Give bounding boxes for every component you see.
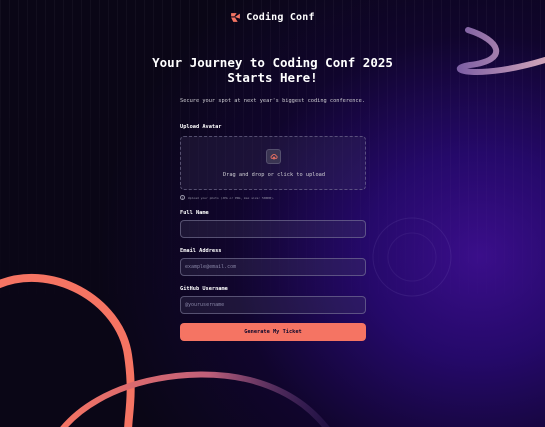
title-line-2: Starts Here!: [227, 70, 318, 85]
decorative-squiggle-bottom-2: [60, 371, 330, 427]
title-line-1: Your Journey to Coding Conf 2025: [152, 55, 393, 70]
full-name-input[interactable]: [180, 220, 366, 238]
dropzone-text: Drag and drop or click to upload: [222, 172, 326, 178]
decorative-squiggle-bottom: [0, 273, 135, 427]
avatar-label: Upload Avatar: [180, 124, 222, 130]
avatar-hint: i Upload your photo (JPG or PNG, max siz…: [180, 195, 275, 200]
email-input[interactable]: [180, 258, 366, 276]
email-label: Email Address: [180, 248, 222, 254]
generate-ticket-button[interactable]: Generate My Ticket: [180, 323, 366, 341]
full-name-label: Full Name: [180, 210, 209, 216]
brand-name: Coding Conf: [246, 12, 315, 23]
decorative-circle: [372, 217, 452, 297]
info-icon: i: [180, 195, 185, 200]
page-subtitle: Secure your spot at next year's biggest …: [180, 98, 365, 104]
avatar-hint-text: Upload your photo (JPG or PNG, max size:…: [188, 195, 275, 200]
avatar-dropzone[interactable]: Drag and drop or click to upload: [180, 136, 366, 190]
page-title: Your Journey to Coding Conf 2025 Starts …: [0, 55, 545, 85]
brand-logo: Coding Conf: [0, 12, 545, 23]
github-username-input[interactable]: [180, 296, 366, 314]
upload-cloud-icon: [266, 149, 281, 164]
github-label: GitHub Username: [180, 286, 228, 292]
decorative-circle-inner: [387, 232, 437, 282]
logo-mark-icon: [231, 13, 241, 22]
